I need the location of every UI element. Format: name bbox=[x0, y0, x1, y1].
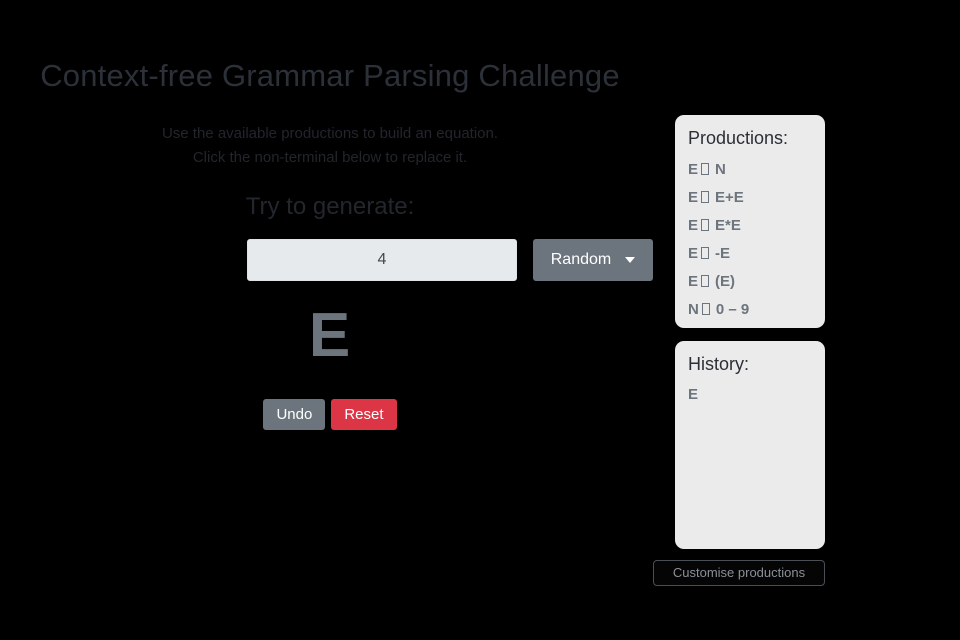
production-rhs: N bbox=[715, 161, 726, 178]
action-button-group: Undo Reset bbox=[0, 399, 660, 430]
production-lhs: E bbox=[688, 245, 699, 262]
productions-panel: Productions: E N E E+E E E*E E -E E (E) N 0 – 9 bbox=[675, 115, 825, 328]
reset-button[interactable]: Reset bbox=[331, 399, 397, 430]
arrow-icon bbox=[701, 191, 710, 203]
target-input-row: Random bbox=[247, 239, 653, 281]
production-rhs: E+E bbox=[715, 189, 744, 206]
arrow-icon bbox=[701, 303, 710, 315]
instruction-line-1: Use the available productions to build a… bbox=[161, 125, 499, 142]
history-panel-heading: History: bbox=[688, 354, 750, 374]
history-panel: History: E bbox=[675, 341, 825, 549]
instructions-block: Use the available productions to build a… bbox=[0, 122, 660, 170]
productions-panel-heading: Productions: bbox=[688, 128, 789, 148]
chevron-down-icon bbox=[625, 257, 636, 263]
productions-list: E N E E+E E E*E E -E E (E) N 0 – 9 bbox=[688, 156, 813, 324]
production-lhs: N bbox=[688, 301, 699, 318]
undo-button[interactable]: Undo bbox=[263, 399, 326, 430]
arrow-icon bbox=[701, 219, 710, 231]
history-entry: E bbox=[688, 386, 699, 403]
production-lhs: E bbox=[688, 189, 699, 206]
customise-productions-button[interactable]: Customise productions bbox=[653, 560, 825, 586]
production-rhs: E*E bbox=[715, 217, 741, 234]
production-rhs: -E bbox=[715, 245, 731, 262]
random-dropdown-button[interactable]: Random bbox=[533, 239, 653, 281]
arrow-icon bbox=[701, 247, 710, 259]
production-rhs: (E) bbox=[715, 273, 736, 290]
production-rule[interactable]: E E*E bbox=[688, 212, 813, 240]
production-lhs: E bbox=[688, 161, 699, 178]
production-rule[interactable]: E (E) bbox=[688, 268, 813, 296]
production-rule[interactable]: EN bbox=[688, 156, 813, 184]
page-title: Context-free Grammar Parsing Challenge bbox=[40, 58, 620, 93]
sidebar: Productions: E N E E+E E E*E E -E E (E) N 0 – 9 His… bbox=[653, 0, 840, 640]
target-value-input[interactable] bbox=[247, 239, 517, 281]
generate-heading: Try to generate: bbox=[245, 193, 415, 220]
main-content-area: Context-free Grammar Parsing Challenge U… bbox=[0, 0, 660, 640]
arrow-icon bbox=[701, 163, 710, 175]
sentential-form-display[interactable]: E bbox=[0, 300, 660, 372]
random-dropdown-label: Random bbox=[550, 251, 612, 268]
history-list: E bbox=[688, 382, 813, 408]
instruction-line-2: Click the non-terminal below to replace … bbox=[192, 149, 468, 166]
production-rule[interactable]: N 0 – 9 bbox=[688, 296, 813, 324]
production-rhs: 0 – 9 bbox=[715, 301, 750, 318]
arrow-icon bbox=[701, 275, 710, 287]
production-rule[interactable]: E -E bbox=[688, 240, 813, 268]
production-rule[interactable]: E E+E bbox=[688, 184, 813, 212]
production-lhs: E bbox=[688, 273, 699, 290]
production-lhs: E bbox=[688, 217, 699, 234]
